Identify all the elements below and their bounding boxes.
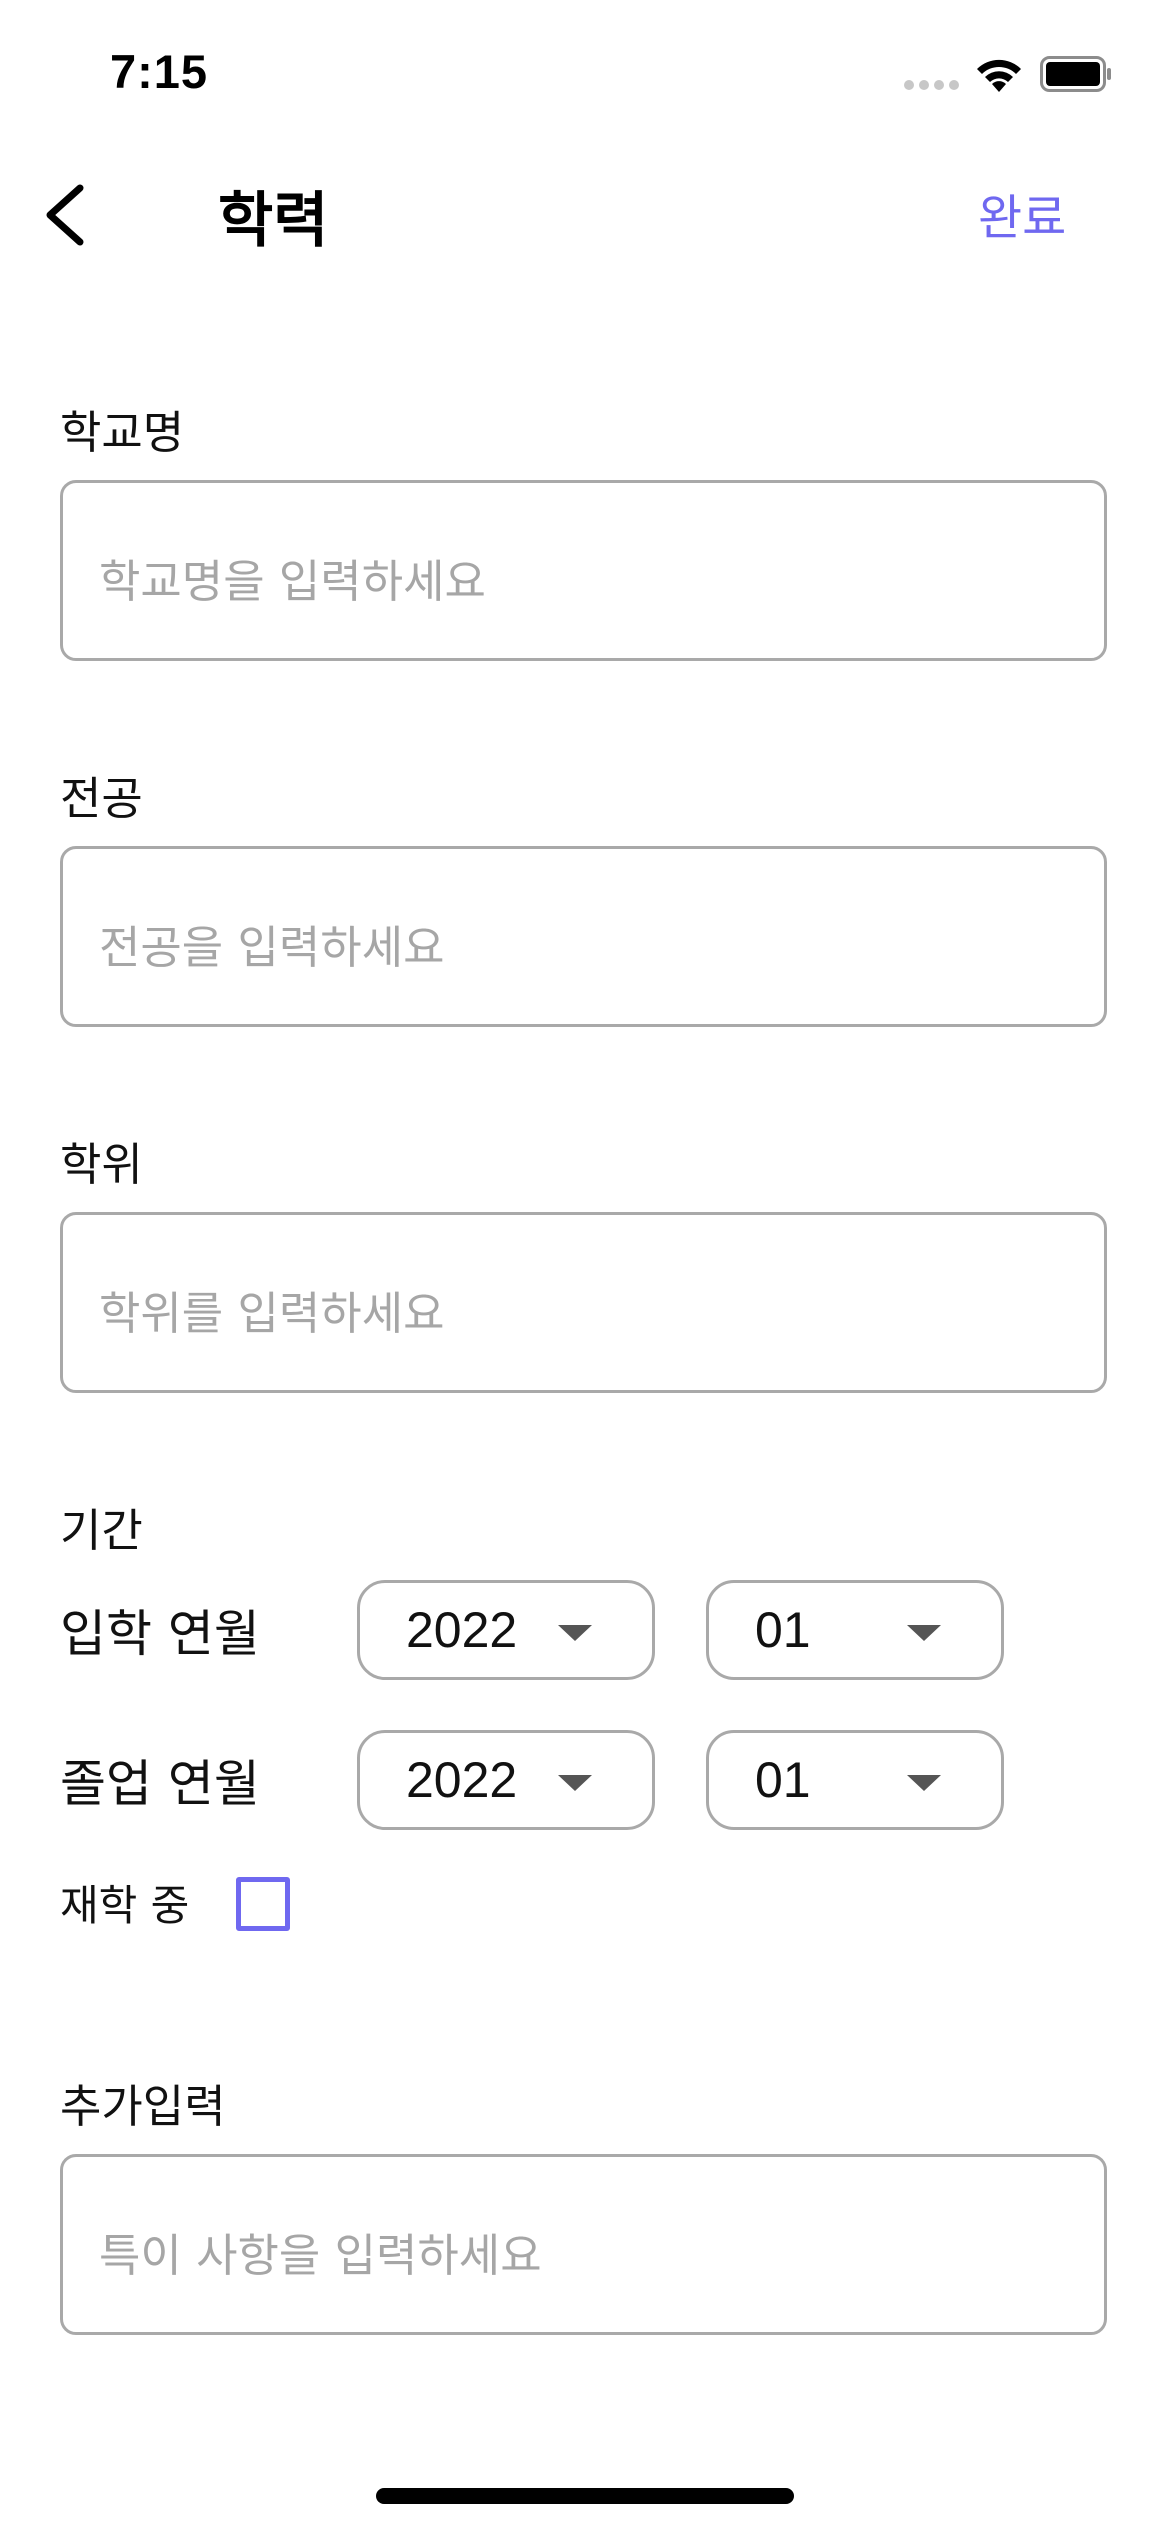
admission-month-dropdown[interactable]: 01	[706, 1580, 1004, 1680]
admission-year-value: 2022	[406, 1602, 518, 1658]
caret-down-icon	[558, 1775, 592, 1791]
back-button[interactable]	[38, 180, 98, 250]
school-placeholder: 학교명을 입력하세요	[99, 555, 486, 608]
degree-placeholder: 학위를 입력하세요	[99, 1287, 445, 1340]
degree-label: 학위	[60, 1138, 143, 1191]
graduation-month-dropdown[interactable]: 01	[706, 1730, 1004, 1830]
major-input[interactable]: 전공을 입력하세요	[60, 846, 1107, 1027]
enrolled-checkbox[interactable]	[236, 1877, 290, 1931]
chevron-left-icon	[46, 184, 84, 246]
signal-dots-icon	[904, 80, 960, 92]
extra-placeholder: 특이 사항을 입력하세요	[99, 2229, 542, 2282]
graduation-year-dropdown[interactable]: 2022	[357, 1730, 655, 1830]
admission-label: 입학 연월	[60, 1605, 260, 1663]
extra-label: 추가입력	[60, 2080, 226, 2133]
school-label: 학교명	[60, 406, 185, 459]
period-label: 기간	[60, 1504, 143, 1557]
graduation-label: 졸업 연월	[60, 1755, 260, 1813]
degree-input[interactable]: 학위를 입력하세요	[60, 1212, 1107, 1393]
caret-down-icon	[558, 1625, 592, 1641]
home-indicator	[376, 2488, 794, 2504]
status-time: 7:15	[110, 45, 209, 98]
major-label: 전공	[60, 772, 143, 825]
battery-icon	[1040, 56, 1111, 92]
graduation-month-value: 01	[755, 1752, 811, 1808]
caret-down-icon	[907, 1775, 941, 1791]
admission-year-dropdown[interactable]: 2022	[357, 1580, 655, 1680]
caret-down-icon	[907, 1625, 941, 1641]
graduation-year-value: 2022	[406, 1752, 518, 1808]
major-placeholder: 전공을 입력하세요	[99, 921, 445, 974]
enrolled-label: 재학 중	[60, 1881, 190, 1930]
admission-month-value: 01	[755, 1602, 811, 1658]
extra-input[interactable]: 특이 사항을 입력하세요	[60, 2154, 1107, 2335]
school-input[interactable]: 학교명을 입력하세요	[60, 480, 1107, 661]
done-button[interactable]: 완료	[978, 178, 1066, 248]
page-title: 학력	[218, 186, 329, 256]
wifi-icon	[977, 59, 1021, 92]
